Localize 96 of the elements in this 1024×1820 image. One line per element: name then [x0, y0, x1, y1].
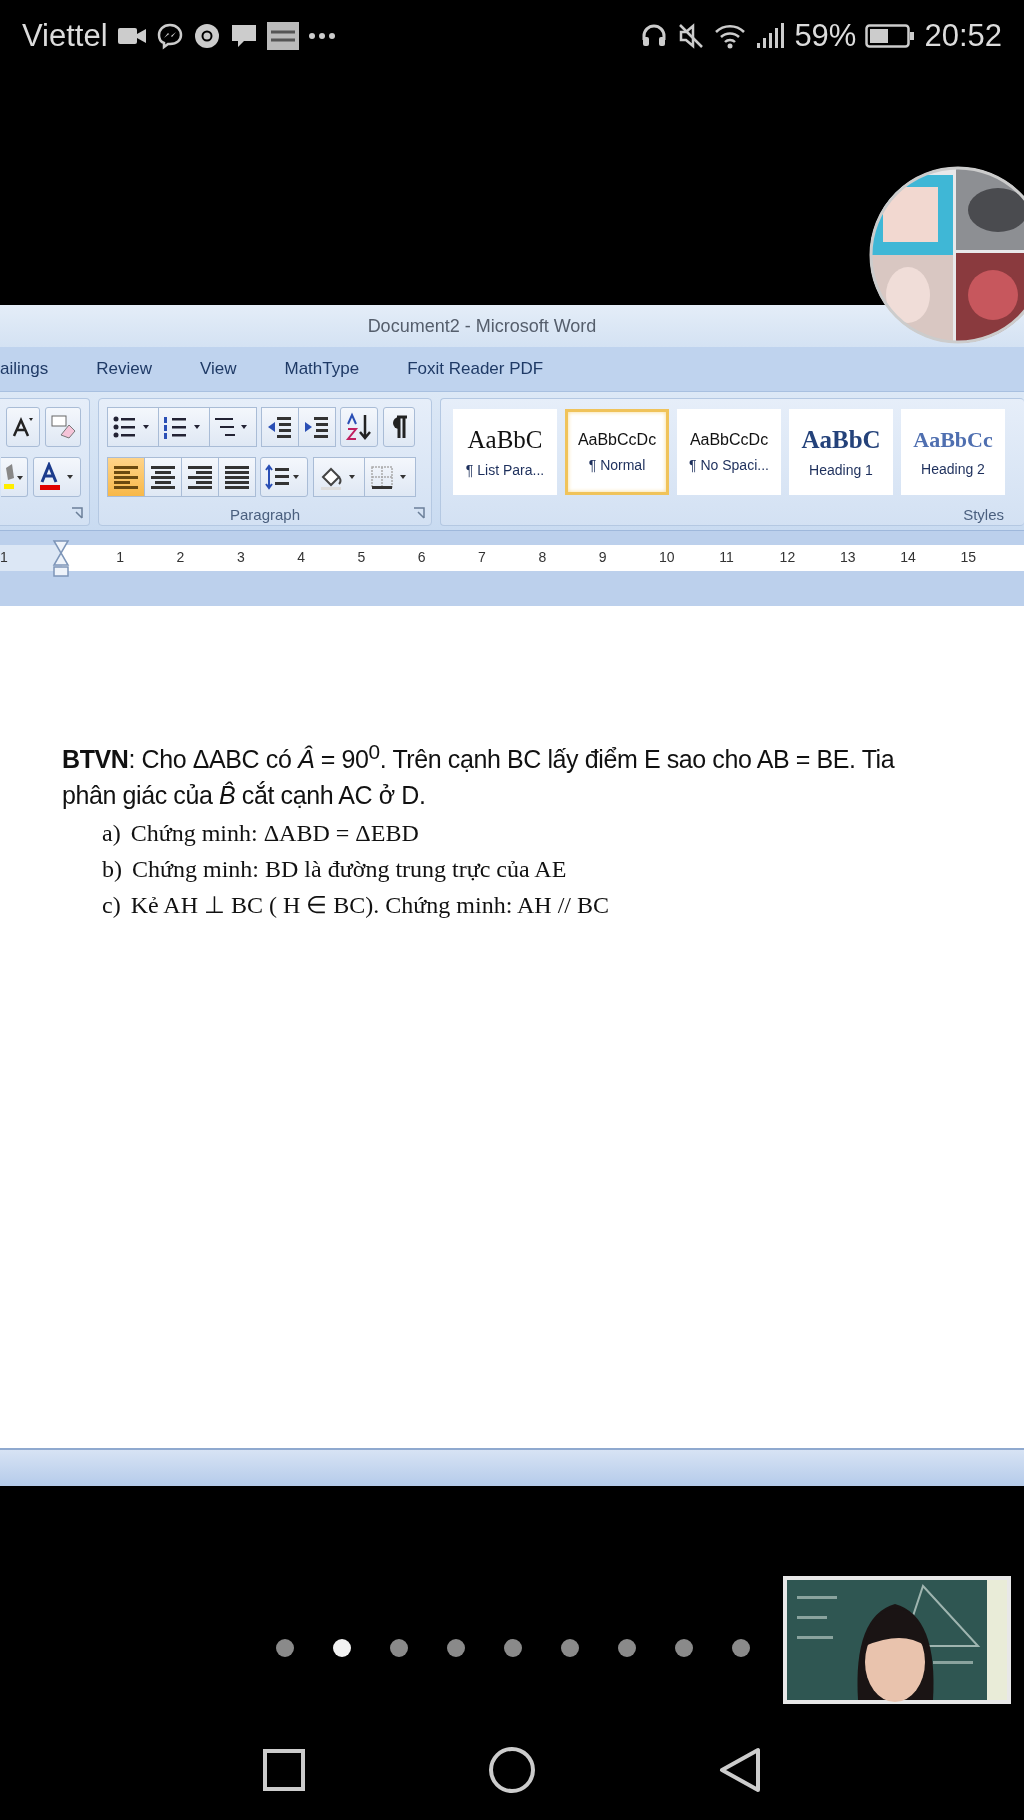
borders-button[interactable]: [364, 457, 416, 497]
shading-button[interactable]: [313, 457, 365, 497]
align-button[interactable]: [107, 457, 145, 497]
style-sample: AaBbC: [467, 426, 543, 454]
ruler-number: 9: [598, 549, 607, 565]
dialog-launcher-icon[interactable]: [413, 507, 425, 519]
ruler-number: 2: [176, 549, 185, 565]
ruler-number: 8: [538, 549, 547, 565]
page-indicator-dot[interactable]: [390, 1639, 408, 1657]
sort-icon: [344, 412, 374, 442]
dialog-launcher-icon[interactable]: [71, 507, 83, 519]
carrier-name: Viettel: [22, 18, 108, 54]
page-indicator-dot[interactable]: [618, 1639, 636, 1657]
ruler-number: 12: [779, 549, 796, 565]
group-label: Paragraph: [228, 506, 302, 523]
list-marker: a): [102, 819, 121, 849]
style-sample: AaBbCc: [913, 427, 993, 453]
sort-button[interactable]: [340, 407, 378, 447]
clock: 20:52: [924, 18, 1002, 54]
style-name: ¶ List Para...: [465, 462, 545, 478]
style-tile[interactable]: AaBbC ¶ List Para...: [453, 409, 557, 495]
style-sample: AaBbC: [801, 426, 881, 454]
more-icon: [307, 32, 336, 40]
align-icon: [111, 463, 141, 491]
page-indicator-dot[interactable]: [447, 1639, 465, 1657]
multilevel-list-button[interactable]: [209, 407, 257, 447]
ruler-number: 3: [236, 549, 245, 565]
battery-percent: 59%: [794, 18, 857, 54]
show-formatting-marks-button[interactable]: [383, 407, 415, 447]
page-indicator-dot[interactable]: [561, 1639, 579, 1657]
back-icon[interactable]: [718, 1747, 762, 1793]
ruler-number: 15: [960, 549, 977, 565]
video-camera-icon: [116, 25, 147, 47]
ruler-number: 13: [839, 549, 856, 565]
style-tile[interactable]: AaBbC Heading 1: [789, 409, 893, 495]
style-name: Heading 2: [921, 461, 985, 477]
home-icon[interactable]: [488, 1746, 536, 1794]
page-indicator-dot[interactable]: [276, 1639, 294, 1657]
style-name: Heading 1: [809, 462, 873, 478]
style-tile[interactable]: AaBbCcDc ¶ Normal: [565, 409, 669, 495]
list-item-text: Chứng minh: BD là đường trung trực của AE: [132, 855, 567, 885]
ruler-number: 7: [478, 549, 486, 565]
page-indicator-dot[interactable]: [504, 1639, 522, 1657]
style-name: ¶ Normal: [588, 457, 646, 473]
style-sample: AaBbCcDc: [577, 431, 657, 449]
align-button[interactable]: [181, 457, 219, 497]
list-marker: b): [102, 855, 122, 885]
align-button[interactable]: [218, 457, 256, 497]
align-button[interactable]: [144, 457, 182, 497]
ribbon-tab[interactable]: ailings: [0, 355, 49, 383]
style-tile[interactable]: AaBbCc Heading 2: [901, 409, 1005, 495]
wifi-icon: [714, 23, 747, 49]
grow-font-button[interactable]: [6, 407, 40, 447]
page-indicator-dot[interactable]: [333, 1639, 351, 1657]
decrease-indent-button[interactable]: [261, 407, 299, 447]
page-indicator-dot[interactable]: [732, 1639, 750, 1657]
bullets-button[interactable]: [107, 407, 159, 447]
numbering-button[interactable]: [158, 407, 210, 447]
ruler-number: 1: [116, 549, 125, 565]
news-app-icon: [266, 22, 299, 50]
ribbon-tab[interactable]: MathType: [284, 355, 360, 383]
battery-icon: [865, 24, 916, 48]
indent-marker-icon[interactable]: [52, 539, 70, 579]
ruler-number: 11: [719, 549, 734, 565]
style-name: ¶ No Spaci...: [689, 457, 769, 473]
list-item-text: Chứng minh: ΔABD = ΔEBD: [130, 819, 419, 849]
signal-icon: [755, 23, 786, 49]
highlighter-icon: [4, 462, 24, 492]
ruler-number: 6: [417, 549, 426, 565]
increase-indent-button[interactable]: [298, 407, 336, 447]
exercise-paragraph: BTVN: Cho ΔABC có Â = 90$^{0}$. Trên cạnh BC lấy điểm E sao cho AB = BE. Tia phân giác của B̂ cắt cạnh AC ở D.: [62, 739, 896, 812]
align-icon: [148, 463, 178, 491]
line-spacing-button[interactable]: [260, 457, 308, 497]
highlight-button[interactable]: [1, 457, 28, 497]
ribbon-tab[interactable]: View: [199, 355, 237, 383]
ruler-number: 14: [900, 549, 916, 565]
message-icon: [229, 23, 258, 49]
ribbon-tab[interactable]: Review: [96, 355, 152, 383]
recent-apps-icon[interactable]: [262, 1748, 306, 1792]
style-sample: AaBbCcDc: [689, 431, 769, 449]
ribbon-tab[interactable]: Foxit Reader PDF: [407, 355, 544, 383]
ruler-number: 4: [297, 549, 305, 565]
align-icon: [185, 463, 215, 491]
ruler-number: 5: [357, 549, 366, 565]
clear-formatting-button[interactable]: [45, 407, 81, 447]
align-icon: [222, 463, 252, 491]
window-title: Document2 - Microsoft Word: [367, 315, 597, 337]
style-tile[interactable]: AaBbCcDc ¶ No Spaci...: [677, 409, 781, 495]
page-indicator-dot[interactable]: [675, 1639, 693, 1657]
list-marker: c): [102, 891, 121, 921]
eraser-icon: [49, 413, 77, 441]
list-item-text: Kẻ AH ⊥ BC ( H ∈ BC). Chứng minh: AH // BC: [130, 891, 610, 921]
group-label: Styles: [963, 506, 1004, 523]
ruler-number: 10: [659, 549, 675, 565]
ruler-number: 1: [0, 549, 8, 565]
font-color-button[interactable]: [33, 457, 81, 497]
